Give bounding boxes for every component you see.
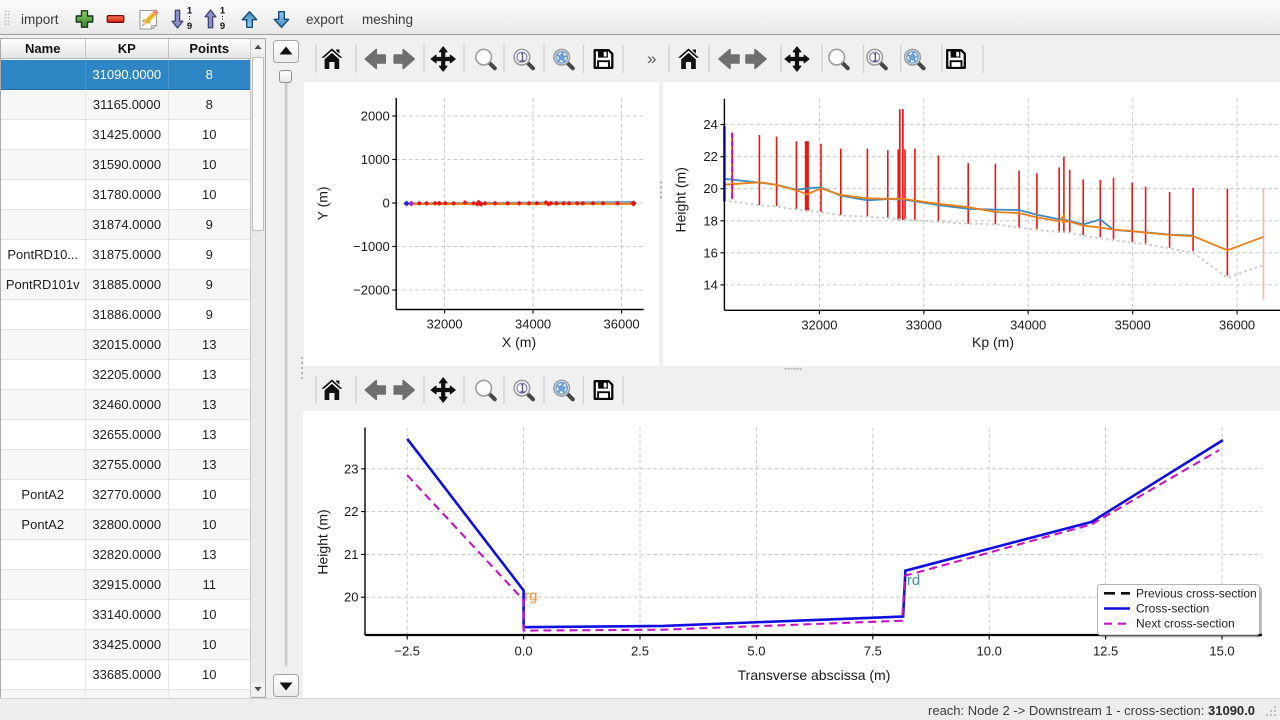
- svg-text:rg: rg: [524, 588, 537, 605]
- svg-text:20: 20: [344, 590, 358, 605]
- svg-text:1: 1: [220, 6, 226, 17]
- svg-text:23: 23: [344, 461, 358, 476]
- svg-text:36000: 36000: [1219, 317, 1255, 332]
- svg-text:−2.5: −2.5: [394, 644, 420, 659]
- svg-text:1000: 1000: [361, 152, 390, 167]
- svg-text:15.0: 15.0: [1209, 644, 1234, 659]
- svg-text:Height (m): Height (m): [315, 509, 331, 574]
- svg-text:9: 9: [187, 21, 192, 32]
- svg-text:14: 14: [703, 277, 717, 292]
- svg-text:16: 16: [703, 245, 717, 260]
- svg-text:meshing: meshing: [362, 12, 413, 27]
- svg-text:10.0: 10.0: [977, 644, 1002, 659]
- svg-text:32000: 32000: [427, 317, 463, 332]
- svg-text:36000: 36000: [604, 317, 640, 332]
- svg-text:33000: 33000: [906, 317, 942, 332]
- svg-text:Cross-section: Cross-section: [1136, 602, 1209, 616]
- svg-text:Next cross-section: Next cross-section: [1136, 617, 1235, 631]
- svg-text:24: 24: [703, 117, 717, 132]
- svg-text:Previous cross-section: Previous cross-section: [1136, 586, 1257, 600]
- svg-text:import: import: [21, 12, 59, 27]
- svg-text:34000: 34000: [515, 317, 551, 332]
- svg-text:20: 20: [703, 181, 717, 196]
- svg-text:X (m): X (m): [502, 334, 536, 350]
- svg-text:34000: 34000: [1010, 317, 1046, 332]
- svg-text:7.5: 7.5: [864, 644, 882, 659]
- svg-text:32000: 32000: [801, 317, 837, 332]
- svg-text:Kp (m): Kp (m): [972, 334, 1014, 350]
- svg-text:35000: 35000: [1115, 317, 1151, 332]
- svg-text:21: 21: [344, 547, 358, 562]
- svg-text:Y (m): Y (m): [315, 186, 331, 220]
- svg-text:22: 22: [703, 149, 717, 164]
- svg-text:22: 22: [344, 504, 358, 519]
- svg-text:Height (m): Height (m): [672, 167, 688, 232]
- svg-text:2.5: 2.5: [631, 644, 649, 659]
- svg-text:5.0: 5.0: [747, 644, 765, 659]
- svg-text:0: 0: [382, 196, 389, 211]
- svg-text:export: export: [306, 12, 344, 27]
- svg-text:0.0: 0.0: [515, 644, 533, 659]
- svg-text:12.5: 12.5: [1093, 644, 1118, 659]
- svg-text:9: 9: [220, 21, 225, 32]
- svg-text:»: »: [647, 49, 656, 68]
- svg-text:rd: rd: [907, 572, 920, 589]
- svg-text:18: 18: [703, 213, 717, 228]
- svg-text:2000: 2000: [361, 109, 390, 124]
- svg-text:Transverse abscissa (m): Transverse abscissa (m): [738, 667, 891, 683]
- svg-text:1: 1: [187, 6, 193, 17]
- svg-text:−1000: −1000: [353, 239, 390, 254]
- svg-text:−2000: −2000: [353, 283, 390, 298]
